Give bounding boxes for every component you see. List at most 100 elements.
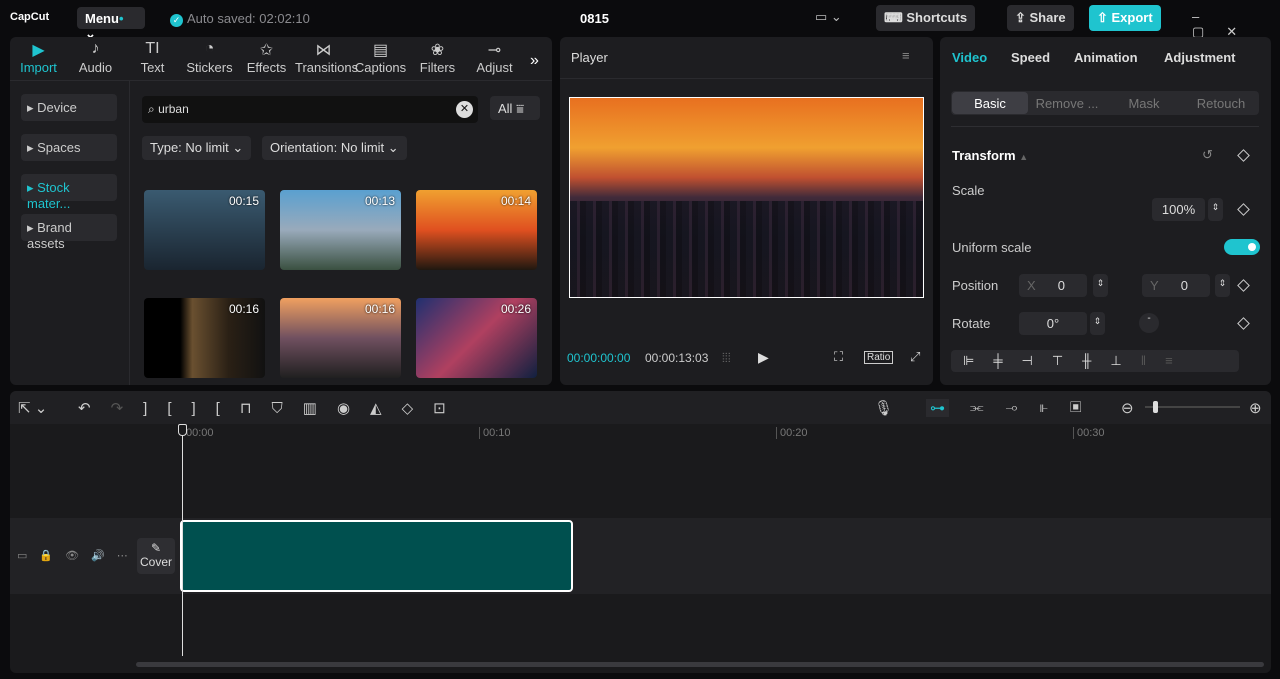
tab-transitions[interactable]: ⋈ Transitions: [295, 40, 358, 75]
playhead[interactable]: [182, 428, 183, 656]
sidebar-item[interactable]: ▸ Spaces: [21, 134, 117, 161]
duration: 00:26: [500, 302, 531, 316]
position-label: Position: [952, 278, 999, 293]
tab-effects[interactable]: ✩ Effects: [238, 40, 295, 75]
text-icon: TI: [145, 40, 160, 57]
menu-label: Menu: [85, 11, 119, 26]
x-stepper[interactable]: ⇕: [1093, 274, 1108, 297]
stock-thumbnail[interactable]: 00:26: [416, 298, 537, 378]
scale-input[interactable]: 100%: [1152, 198, 1205, 221]
scale-stepper[interactable]: ⇕: [1208, 198, 1223, 221]
rotate-stepper[interactable]: ⇕: [1090, 312, 1105, 335]
player-title: Player: [571, 50, 608, 65]
duration: 00:13: [364, 194, 395, 208]
zoom-out-icon[interactable]: ⊖: [1121, 399, 1134, 417]
select-tool-icon[interactable]: ⇱ ⌄: [18, 399, 47, 417]
timeline-scrollbar[interactable]: [136, 662, 1264, 667]
check-icon: ✓: [170, 14, 183, 27]
share-button[interactable]: ⇪ Share: [1007, 5, 1074, 31]
props-tab[interactable]: Animation: [1074, 50, 1138, 65]
reset-icon[interactable]: ↺: [1202, 147, 1213, 163]
time-tick: 00:20: [776, 427, 808, 439]
position-y-input[interactable]: Y0: [1142, 274, 1210, 297]
props-tab[interactable]: Speed: [1011, 50, 1050, 65]
tab-label: Stickers: [186, 60, 233, 75]
microphone-icon[interactable]: 🎙: [874, 399, 893, 417]
zoom-in-icon[interactable]: ⊕: [1249, 399, 1262, 417]
zoom-slider[interactable]: [1145, 401, 1240, 413]
y-stepper[interactable]: ⇕: [1215, 274, 1230, 297]
autosave-text: Auto saved: 02:02:10: [187, 11, 310, 26]
subtab[interactable]: Remove ...: [1029, 92, 1105, 114]
subtab[interactable]: Mask: [1106, 92, 1182, 114]
x-label: X: [1027, 278, 1036, 293]
share-label: Share: [1029, 10, 1066, 25]
player-menu-icon[interactable]: ≡: [902, 48, 910, 63]
stock-thumbnail[interactable]: 00:15: [144, 190, 265, 270]
ratio-button[interactable]: Ratio: [864, 351, 894, 364]
sidebar-label: Device: [37, 100, 77, 115]
props-tab[interactable]: Video: [952, 50, 987, 65]
tab-stickers[interactable]: ◔ Stickers: [181, 40, 238, 75]
tab-filters[interactable]: ❀ Filters: [409, 40, 466, 75]
props-tab[interactable]: Adjustment: [1164, 50, 1236, 65]
rotate-input[interactable]: 0°: [1019, 312, 1087, 335]
subtab[interactable]: Basic: [952, 92, 1028, 114]
sidebar-item[interactable]: ▸ Brand assets: [21, 214, 117, 251]
track-controls[interactable]: ▭🔒👁🔊⋯: [17, 549, 140, 562]
stock-thumbnail[interactable]: 00:16: [280, 298, 401, 378]
more-tabs-icon[interactable]: »: [530, 52, 539, 70]
tab-adjust[interactable]: ⊸ Adjust: [466, 40, 523, 75]
tab-audio[interactable]: ♪ Audio: [67, 40, 124, 75]
tab-label: Adjust: [476, 60, 513, 75]
menu-button[interactable]: Menu• ⌄: [77, 7, 145, 41]
filters-icon: ❀: [430, 42, 445, 59]
filter-button[interactable]: All ⩸: [490, 96, 540, 120]
transitions-icon: ⋈: [315, 42, 332, 59]
fullscreen-icon[interactable]: ⤢: [910, 349, 920, 365]
search-input[interactable]: ⌕ urban: [142, 96, 478, 123]
filter-label: All: [498, 101, 513, 116]
scale-label: Scale: [952, 183, 985, 198]
sidebar-item[interactable]: ▸ Stock mater...: [21, 174, 117, 211]
tab-captions[interactable]: ▤ Captions: [352, 40, 409, 75]
layout-icon[interactable]: ▭ ⌄: [815, 9, 842, 25]
tab-label: Transitions: [295, 60, 359, 75]
rotate-dial[interactable]: -: [1139, 313, 1159, 333]
orientation-label: Orientation: No limit: [270, 140, 385, 155]
zoom-preview-icon[interactable]: ⛶: [834, 349, 843, 365]
duration: 00:16: [364, 302, 395, 316]
stock-thumbnail[interactable]: 00:14: [416, 190, 537, 270]
transform-heading[interactable]: Transform ▲: [952, 148, 1028, 163]
export-button[interactable]: ⇧ Export: [1089, 5, 1161, 31]
captions-icon: ▤: [372, 42, 389, 59]
tab-import[interactable]: ▶ Import: [10, 40, 67, 75]
edit-icon: ✎: [150, 541, 162, 555]
clear-search-icon[interactable]: ✕: [456, 101, 473, 118]
magnet-icon[interactable]: ⊶: [926, 399, 949, 417]
rotate-label: Rotate: [952, 316, 991, 331]
tab-text[interactable]: TI Text: [124, 40, 181, 75]
play-icon[interactable]: ▶: [758, 349, 769, 366]
video-clip[interactable]: [180, 520, 573, 592]
subtab[interactable]: Retouch: [1183, 92, 1259, 114]
sidebar-label: Stock mater...: [27, 180, 71, 211]
video-preview[interactable]: [569, 97, 924, 298]
sidebar-item[interactable]: ▸ Device: [21, 94, 117, 121]
timeline-tools[interactable]: ⫘⊸⊩▣: [970, 399, 1103, 416]
edit-toolbar[interactable]: ↶↷][][⊓⛉▥◉◭◇⊡: [78, 399, 466, 417]
effects-icon: ✩: [259, 42, 274, 59]
stock-thumbnail[interactable]: 00:16: [144, 298, 265, 378]
shortcuts-button[interactable]: ⌨ Shortcuts: [876, 5, 976, 31]
playhead-handle[interactable]: [178, 424, 187, 436]
duration: 00:15: [228, 194, 259, 208]
uniform-scale-toggle[interactable]: [1224, 239, 1260, 255]
stock-thumbnail[interactable]: 00:13: [280, 190, 401, 270]
type-dropdown[interactable]: Type: No limit ⌄: [142, 136, 252, 160]
window-controls[interactable]: –▢✕: [1192, 9, 1280, 40]
orientation-dropdown[interactable]: Orientation: No limit ⌄: [262, 136, 407, 160]
position-x-input[interactable]: X0: [1019, 274, 1087, 297]
waveform-icon[interactable]: ⦙⦙⦙: [722, 350, 731, 366]
align-toolbar[interactable]: ⊫╪⊣⊤╫⊥‖≡: [951, 350, 1239, 372]
cover-button[interactable]: ✎ Cover: [137, 538, 175, 574]
